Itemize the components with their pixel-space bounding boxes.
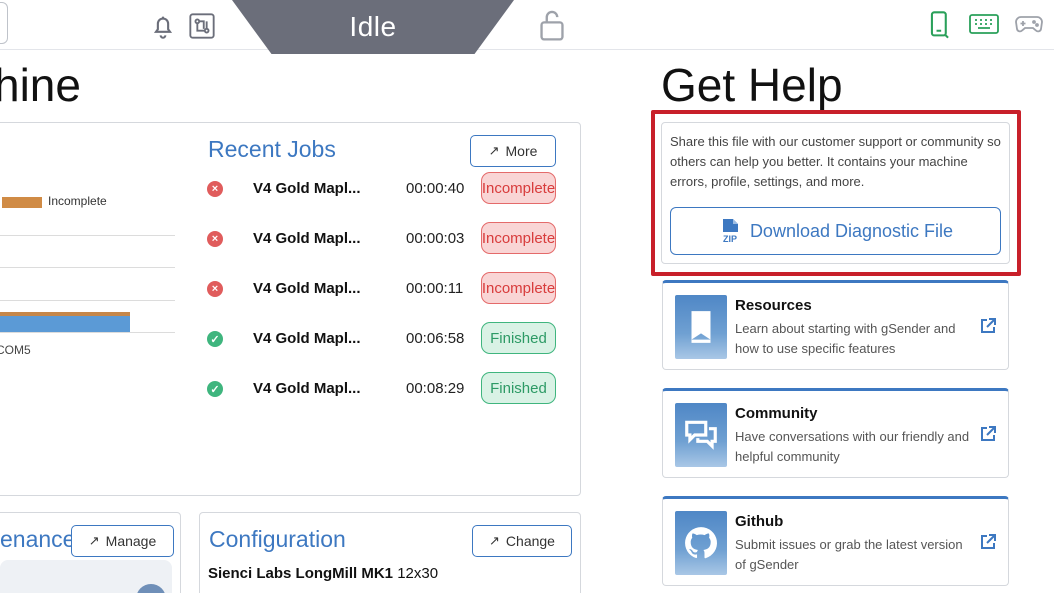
chat-icon (675, 403, 727, 467)
status-badge: Finished (481, 372, 556, 404)
status-badge: Finished (481, 322, 556, 354)
lock-icon[interactable] (536, 8, 568, 42)
job-name: V4 Gold Mapl... (253, 380, 361, 397)
external-link-icon[interactable] (979, 317, 997, 335)
job-name: V4 Gold Mapl... (253, 280, 361, 297)
diagnostic-description: Share this file with our customer suppor… (670, 134, 1001, 189)
job-row: × V4 Gold Mapl... 00:00:11 Incomplete (205, 272, 565, 308)
bell-icon[interactable] (149, 12, 177, 40)
menu-button[interactable] (0, 2, 8, 44)
chart-axis-label: COM5 (0, 343, 31, 357)
more-button-label: More (505, 143, 538, 159)
community-title: Community (735, 405, 818, 422)
phone-icon[interactable] (927, 10, 953, 40)
external-arrow-icon: ↗ (488, 143, 500, 158)
job-row: × V4 Gold Mapl... 00:00:03 Incomplete (205, 222, 565, 258)
svg-text:ZIP: ZIP (723, 234, 737, 244)
community-card[interactable]: Community Have conversations with our fr… (662, 388, 1009, 478)
github-title: Github (735, 513, 784, 530)
maintenance-title: enance (0, 526, 76, 552)
recent-jobs-title: Recent Jobs (208, 136, 336, 162)
job-time: 00:00:11 (406, 280, 464, 297)
circuit-icon[interactable] (188, 12, 216, 40)
check-icon: ✓ (207, 381, 223, 397)
legend-swatch-incomplete (2, 197, 42, 208)
error-icon: × (207, 181, 223, 197)
chart-gridline (0, 332, 175, 333)
machine-name: Sienci Labs LongMill MK1 (208, 565, 394, 582)
job-name: V4 Gold Mapl... (253, 180, 361, 197)
download-diagnostic-button[interactable]: ZIP Download Diagnostic File (670, 207, 1001, 255)
chart-bar-complete (0, 316, 130, 332)
job-name: V4 Gold Mapl... (253, 230, 361, 247)
github-card[interactable]: Github Submit issues or grab the latest … (662, 496, 1009, 586)
gamepad-icon[interactable] (1014, 12, 1044, 36)
book-icon (675, 295, 727, 359)
change-button-label: Change (505, 533, 555, 549)
job-row: ✓ V4 Gold Mapl... 00:06:58 Finished (205, 322, 565, 358)
machine-state-label: Idle (349, 11, 397, 42)
job-time: 00:06:58 (406, 330, 465, 347)
legend-label-incomplete: Incomplete (48, 194, 107, 208)
error-icon: × (207, 231, 223, 247)
keyboard-icon[interactable] (968, 12, 1000, 36)
chart-gridline (0, 267, 175, 268)
top-bar: Idle (0, 0, 1054, 54)
configuration-title: Configuration (209, 526, 346, 552)
github-description: Submit issues or grab the latest version… (735, 537, 963, 572)
job-row: ✓ V4 Gold Mapl... 00:08:29 Finished (205, 372, 565, 408)
status-badge: Incomplete (481, 172, 556, 204)
external-link-icon[interactable] (979, 533, 997, 551)
job-time: 00:00:03 (406, 230, 465, 247)
github-icon (675, 511, 727, 575)
manage-button[interactable]: ↗ Manage (71, 525, 174, 557)
machine-profile: Sienci Labs LongMill MK1 12x30 (208, 565, 438, 582)
status-badge: Incomplete (481, 272, 556, 304)
community-description: Have conversations with our friendly and… (735, 429, 970, 464)
resources-description: Learn about starting with gSender and ho… (735, 321, 956, 356)
change-button[interactable]: ↗ Change (472, 525, 572, 557)
job-name: V4 Gold Mapl... (253, 330, 361, 347)
machine-heading: hine (0, 59, 81, 111)
get-help-heading: Get Help (661, 59, 843, 111)
zip-file-icon: ZIP (723, 219, 738, 244)
job-time: 00:08:29 (406, 380, 465, 397)
more-button[interactable]: ↗ More (470, 135, 556, 167)
chart-gridline (0, 300, 175, 301)
external-arrow-icon: ↗ (489, 533, 500, 548)
status-badge: Incomplete (481, 222, 556, 254)
error-icon: × (207, 281, 223, 297)
download-diagnostic-label: Download Diagnostic File (749, 220, 954, 241)
external-link-icon[interactable] (979, 425, 997, 443)
manage-button-label: Manage (105, 533, 157, 549)
job-row: × V4 Gold Mapl... 00:00:40 Incomplete (205, 172, 565, 208)
resources-card[interactable]: Resources Learn about starting with gSen… (662, 280, 1009, 370)
resources-title: Resources (735, 297, 812, 314)
chart-gridline (0, 235, 175, 236)
machine-state-tab: Idle (232, 0, 514, 54)
external-arrow-icon: ↗ (88, 533, 100, 548)
machine-size: 12x30 (397, 565, 439, 582)
check-icon: ✓ (207, 331, 223, 347)
job-time: 00:00:40 (406, 180, 465, 197)
